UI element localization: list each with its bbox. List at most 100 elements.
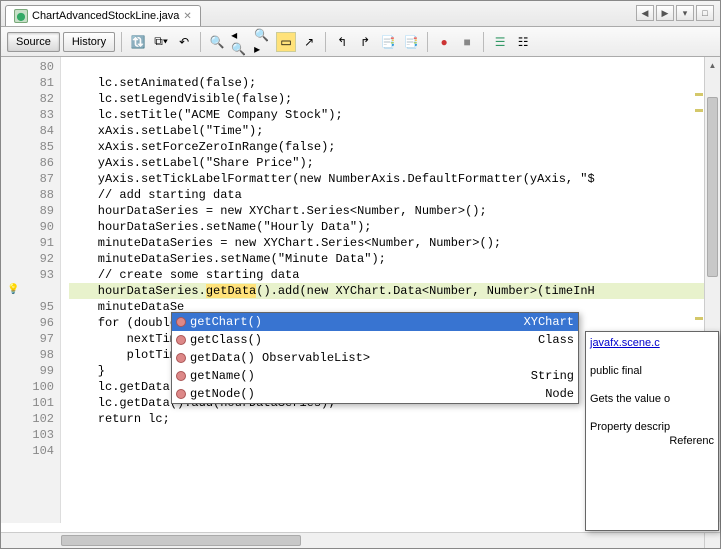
line-number: 89: [1, 203, 54, 219]
source-view-button[interactable]: Source: [7, 32, 60, 52]
line-number: 97: [1, 331, 54, 347]
javadoc-popup[interactable]: javafx.scene.c public final Gets the val…: [585, 331, 719, 531]
separator: [121, 32, 122, 52]
editor-toolbar: Source History 🔃 ⧉▾ ↶ 🔍 ◂🔍 🔍▸ ▭ ↗ ↰ ↱ 📑 …: [1, 27, 720, 57]
code-line[interactable]: // create some starting data: [69, 267, 720, 283]
file-tab[interactable]: ⬤ ChartAdvancedStockLine.java ✕: [5, 5, 201, 26]
completion-name: getData() ObservableList>: [190, 351, 370, 365]
line-number: 104: [1, 443, 54, 459]
code-line[interactable]: hourDataSeries.setName("Hourly Data");: [69, 219, 720, 235]
code-line[interactable]: hourDataSeries.getData().add(new XYChart…: [69, 283, 720, 299]
method-icon: [176, 335, 186, 345]
code-line[interactable]: lc.setLegendVisible(false);: [69, 91, 720, 107]
line-number: 92: [1, 251, 54, 267]
line-number: 96: [1, 315, 54, 331]
tab-next-button[interactable]: ▶: [656, 5, 674, 21]
tab-nav: ◀ ▶ ▾ □: [636, 5, 714, 21]
code-completion-popup[interactable]: getChart()XYChartgetClass()Class getData(…: [171, 312, 579, 404]
line-number: 87: [1, 171, 54, 187]
javadoc-prop: Property descrip: [590, 421, 670, 433]
scroll-thumb-h[interactable]: [61, 535, 301, 546]
line-number: 95: [1, 299, 54, 315]
line-number: [1, 283, 54, 299]
step-fwd-icon[interactable]: ↱: [355, 32, 375, 52]
completion-return-type: String: [531, 369, 574, 383]
javadoc-link[interactable]: javafx.scene.c: [590, 337, 660, 349]
method-icon: [176, 371, 186, 381]
completion-name: getNode(): [190, 387, 255, 401]
tab-prev-button[interactable]: ◀: [636, 5, 654, 21]
line-number: 101: [1, 395, 54, 411]
code-line[interactable]: xAxis.setForceZeroInRange(false);: [69, 139, 720, 155]
line-number: 102: [1, 411, 54, 427]
code-line[interactable]: hourDataSeries = new XYChart.Series<Numb…: [69, 203, 720, 219]
completion-item[interactable]: getData() ObservableList>: [172, 349, 578, 367]
tab-max-button[interactable]: □: [696, 5, 714, 21]
completion-return-type: Node: [545, 387, 574, 401]
completion-return-type: XYChart: [524, 315, 574, 329]
find-icon[interactable]: 🔍: [207, 32, 227, 52]
code-line[interactable]: lc.setTitle("ACME Company Stock");: [69, 107, 720, 123]
tab-list-button[interactable]: ▾: [676, 5, 694, 21]
method-icon: [176, 389, 186, 399]
line-number: 100: [1, 379, 54, 395]
bookmark2-icon[interactable]: 📑: [401, 32, 421, 52]
code-line[interactable]: // add starting data: [69, 187, 720, 203]
find-next-icon[interactable]: 🔍▸: [253, 32, 273, 52]
separator: [483, 32, 484, 52]
history-view-button[interactable]: History: [63, 32, 115, 52]
record-icon[interactable]: ●: [434, 32, 454, 52]
method-icon: [176, 353, 186, 363]
completion-item[interactable]: getNode() Node: [172, 385, 578, 403]
code-line[interactable]: minuteDataSeries.setName("Minute Data");: [69, 251, 720, 267]
line-number: 80: [1, 59, 54, 75]
step-back-icon[interactable]: ↰: [332, 32, 352, 52]
line-number: 86: [1, 155, 54, 171]
code-line[interactable]: yAxis.setLabel("Share Price");: [69, 155, 720, 171]
indent-icon[interactable]: ☰: [490, 32, 510, 52]
code-line[interactable]: lc.setAnimated(false);: [69, 75, 720, 91]
close-icon[interactable]: ✕: [183, 11, 191, 22]
cursor-icon[interactable]: ↗: [299, 32, 319, 52]
error-mark[interactable]: [695, 109, 703, 112]
line-number: 88: [1, 187, 54, 203]
tab-filename: ChartAdvancedStockLine.java: [32, 10, 179, 22]
completion-name: getName(): [190, 369, 255, 383]
line-number: 83: [1, 107, 54, 123]
code-line[interactable]: xAxis.setLabel("Time");: [69, 123, 720, 139]
completion-item[interactable]: getName() String: [172, 367, 578, 385]
javadoc-desc: Gets the value o: [590, 393, 670, 405]
line-number: 93: [1, 267, 54, 283]
error-mark[interactable]: [695, 93, 703, 96]
nav-back-icon[interactable]: ↶: [174, 32, 194, 52]
line-number: 103: [1, 427, 54, 443]
line-gutter: 8081828384858687888990919293959697989910…: [1, 57, 61, 523]
highlight-icon[interactable]: ▭: [276, 32, 296, 52]
line-number: 84: [1, 123, 54, 139]
line-number: 81: [1, 75, 54, 91]
comment-icon[interactable]: ☷: [513, 32, 533, 52]
completion-item[interactable]: getClass()Class: [172, 331, 578, 349]
code-line[interactable]: [69, 59, 720, 75]
code-line[interactable]: yAxis.setTickLabelFormatter(new NumberAx…: [69, 171, 720, 187]
diff-icon[interactable]: ⧉▾: [151, 32, 171, 52]
scroll-thumb-v[interactable]: [707, 97, 718, 277]
line-number: 85: [1, 139, 54, 155]
completion-item[interactable]: getChart()XYChart: [172, 313, 578, 331]
method-icon: [176, 317, 186, 327]
horizontal-scrollbar[interactable]: [1, 532, 704, 548]
bookmark-icon[interactable]: 📑: [378, 32, 398, 52]
find-prev-icon[interactable]: ◂🔍: [230, 32, 250, 52]
line-number: 82: [1, 91, 54, 107]
completion-return-type: Class: [538, 333, 574, 347]
java-file-icon: ⬤: [14, 9, 28, 23]
stop-icon[interactable]: ■: [457, 32, 477, 52]
javadoc-signature: public final: [590, 365, 642, 377]
separator: [200, 32, 201, 52]
refresh-icon[interactable]: 🔃: [128, 32, 148, 52]
code-line[interactable]: minuteDataSeries = new XYChart.Series<Nu…: [69, 235, 720, 251]
scroll-up-icon[interactable]: ▲: [705, 57, 720, 73]
line-number: 90: [1, 219, 54, 235]
error-mark[interactable]: [695, 317, 703, 320]
separator: [325, 32, 326, 52]
